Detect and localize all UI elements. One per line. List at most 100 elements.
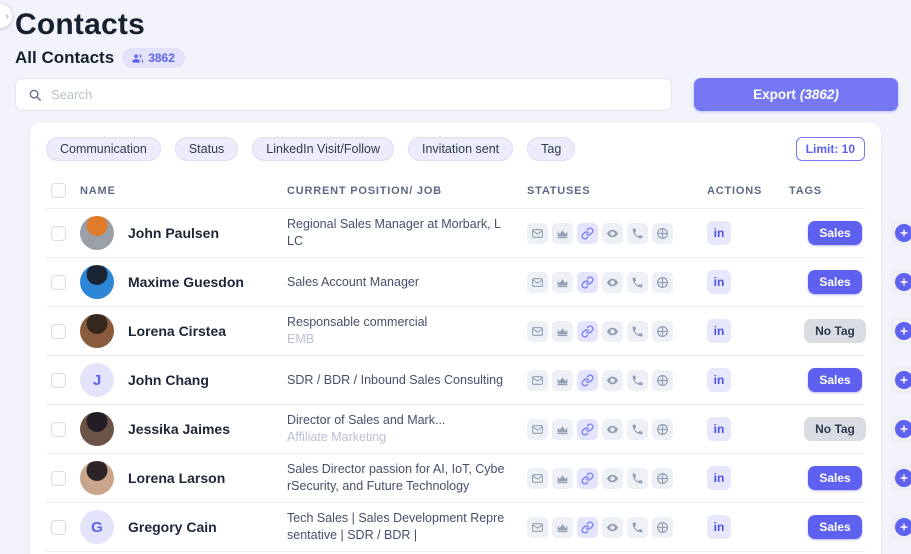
eye-icon[interactable] bbox=[602, 321, 623, 342]
link-icon[interactable] bbox=[577, 468, 598, 489]
link-icon[interactable] bbox=[577, 370, 598, 391]
search-input[interactable] bbox=[51, 87, 659, 102]
add-tag-button[interactable] bbox=[891, 465, 911, 491]
row-checkbox[interactable] bbox=[51, 520, 66, 535]
contact-name[interactable]: Gregory Cain bbox=[128, 519, 217, 535]
crown-icon[interactable] bbox=[552, 419, 573, 440]
export-button[interactable]: Export (3862) bbox=[694, 78, 898, 111]
tag-badge[interactable]: Sales bbox=[808, 221, 861, 245]
filter-chip[interactable]: Invitation sent bbox=[408, 137, 513, 161]
email-icon[interactable] bbox=[527, 272, 548, 293]
contact-name[interactable]: John Paulsen bbox=[128, 225, 219, 241]
email-icon[interactable] bbox=[527, 370, 548, 391]
linkedin-icon[interactable]: in bbox=[707, 515, 731, 539]
actions-cell: in bbox=[707, 466, 779, 490]
filter-chip[interactable]: Status bbox=[175, 137, 238, 161]
tag-badge[interactable]: Sales bbox=[808, 270, 861, 294]
link-icon[interactable] bbox=[577, 272, 598, 293]
crown-icon[interactable] bbox=[552, 468, 573, 489]
filter-chip[interactable]: LinkedIn Visit/Follow bbox=[252, 137, 394, 161]
crown-icon[interactable] bbox=[552, 223, 573, 244]
avatar[interactable] bbox=[80, 461, 114, 495]
linkedin-icon[interactable]: in bbox=[707, 221, 731, 245]
contact-name[interactable]: Jessika Jaimes bbox=[128, 421, 230, 437]
linkedin-icon[interactable]: in bbox=[707, 417, 731, 441]
avatar[interactable]: G bbox=[80, 510, 114, 544]
link-icon[interactable] bbox=[577, 321, 598, 342]
phone-icon[interactable] bbox=[627, 272, 648, 293]
contact-name[interactable]: Lorena Larson bbox=[128, 470, 225, 486]
phone-icon[interactable] bbox=[627, 370, 648, 391]
actions-cell: in bbox=[707, 515, 779, 539]
add-tag-button[interactable] bbox=[891, 416, 911, 442]
row-checkbox[interactable] bbox=[51, 373, 66, 388]
row-checkbox[interactable] bbox=[51, 275, 66, 290]
eye-icon[interactable] bbox=[602, 370, 623, 391]
link-icon[interactable] bbox=[577, 419, 598, 440]
add-tag-button[interactable] bbox=[891, 514, 911, 540]
add-tag-button[interactable] bbox=[891, 318, 911, 344]
add-tag-button[interactable] bbox=[891, 269, 911, 295]
avatar[interactable] bbox=[80, 314, 114, 348]
row-checkbox[interactable] bbox=[51, 226, 66, 241]
linkedin-icon[interactable]: in bbox=[707, 319, 731, 343]
avatar[interactable]: J bbox=[80, 363, 114, 397]
linkedin-icon[interactable]: in bbox=[707, 466, 731, 490]
linkedin-icon[interactable]: in bbox=[707, 270, 731, 294]
phone-icon[interactable] bbox=[627, 223, 648, 244]
column-header-name: Name bbox=[80, 185, 287, 197]
phone-icon[interactable] bbox=[627, 419, 648, 440]
email-icon[interactable] bbox=[527, 223, 548, 244]
email-icon[interactable] bbox=[527, 419, 548, 440]
globe-icon[interactable] bbox=[652, 321, 673, 342]
tag-badge[interactable]: Sales bbox=[808, 368, 861, 392]
crown-icon[interactable] bbox=[552, 517, 573, 538]
eye-icon[interactable] bbox=[602, 419, 623, 440]
linkedin-icon[interactable]: in bbox=[707, 368, 731, 392]
contact-name[interactable]: Maxime Guesdon bbox=[128, 274, 244, 290]
globe-icon[interactable] bbox=[652, 223, 673, 244]
phone-icon[interactable] bbox=[627, 468, 648, 489]
add-tag-button[interactable] bbox=[891, 367, 911, 393]
plus-cell bbox=[891, 465, 911, 491]
crown-icon[interactable] bbox=[552, 370, 573, 391]
filter-chip[interactable]: Communication bbox=[46, 137, 161, 161]
filter-chip[interactable]: Tag bbox=[527, 137, 575, 161]
globe-icon[interactable] bbox=[652, 517, 673, 538]
phone-icon[interactable] bbox=[627, 517, 648, 538]
row-checkbox[interactable] bbox=[51, 324, 66, 339]
eye-icon[interactable] bbox=[602, 517, 623, 538]
subtitle-row: All Contacts 3862 bbox=[15, 48, 896, 68]
contact-name[interactable]: John Chang bbox=[128, 372, 209, 388]
globe-icon[interactable] bbox=[652, 419, 673, 440]
contact-name[interactable]: Lorena Cirstea bbox=[128, 323, 226, 339]
tag-badge[interactable]: Sales bbox=[808, 515, 861, 539]
row-checkbox[interactable] bbox=[51, 471, 66, 486]
search-box[interactable] bbox=[15, 78, 672, 111]
crown-icon[interactable] bbox=[552, 321, 573, 342]
globe-icon[interactable] bbox=[652, 468, 673, 489]
limit-button[interactable]: Limit: 10 bbox=[796, 137, 865, 161]
avatar[interactable] bbox=[80, 265, 114, 299]
email-icon[interactable] bbox=[527, 321, 548, 342]
tag-badge[interactable]: No Tag bbox=[804, 417, 866, 441]
tag-badge[interactable]: Sales bbox=[808, 466, 861, 490]
link-icon[interactable] bbox=[577, 517, 598, 538]
tag-badge[interactable]: No Tag bbox=[804, 319, 866, 343]
row-checkbox[interactable] bbox=[51, 422, 66, 437]
email-icon[interactable] bbox=[527, 517, 548, 538]
crown-icon[interactable] bbox=[552, 272, 573, 293]
email-icon[interactable] bbox=[527, 468, 548, 489]
link-icon[interactable] bbox=[577, 223, 598, 244]
select-all-checkbox[interactable] bbox=[51, 183, 66, 198]
phone-icon[interactable] bbox=[627, 321, 648, 342]
eye-icon[interactable] bbox=[602, 468, 623, 489]
avatar[interactable] bbox=[80, 412, 114, 446]
globe-icon[interactable] bbox=[652, 370, 673, 391]
name-cell: Lorena Cirstea bbox=[80, 314, 287, 348]
avatar[interactable] bbox=[80, 216, 114, 250]
eye-icon[interactable] bbox=[602, 272, 623, 293]
add-tag-button[interactable] bbox=[891, 220, 911, 246]
globe-icon[interactable] bbox=[652, 272, 673, 293]
eye-icon[interactable] bbox=[602, 223, 623, 244]
